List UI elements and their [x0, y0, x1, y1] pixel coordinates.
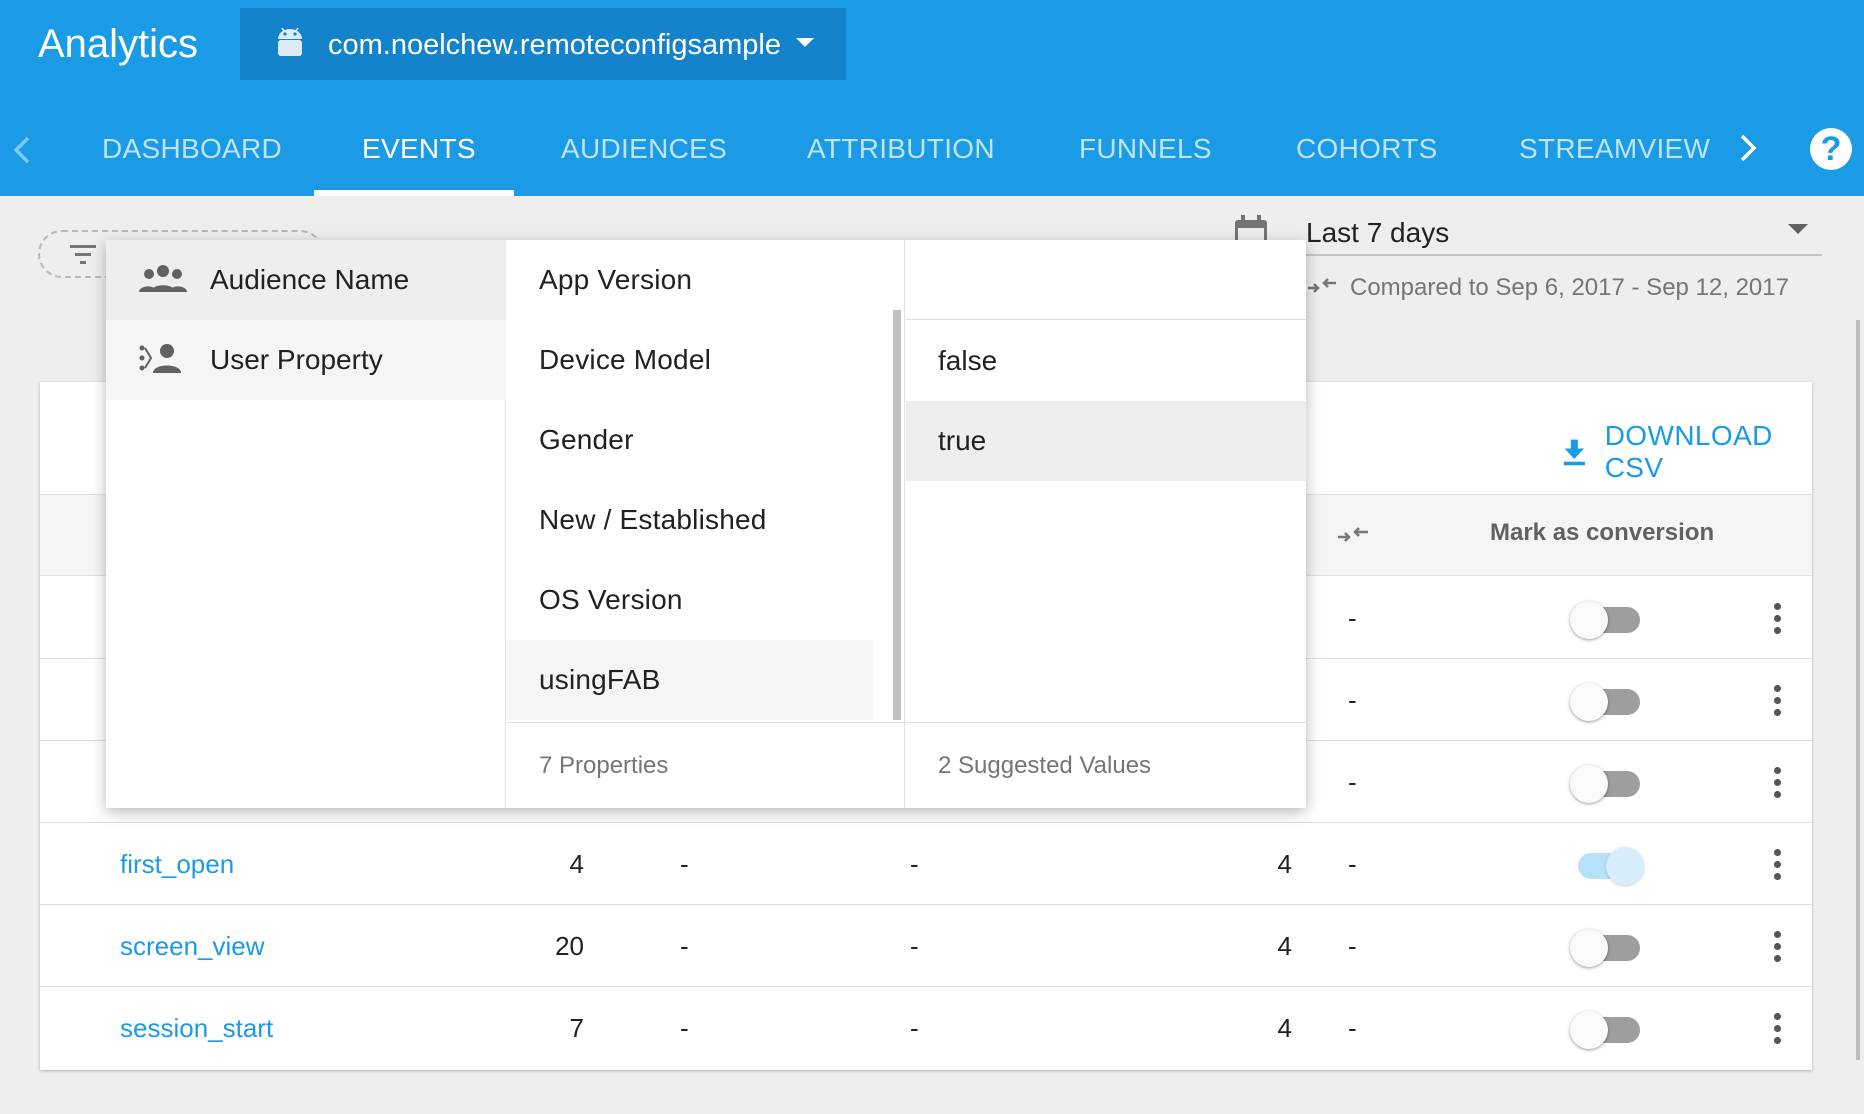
tab-dashboard[interactable]: DASHBOARD [102, 132, 282, 166]
download-icon [1563, 439, 1585, 466]
conversion-toggle[interactable] [1570, 765, 1644, 803]
table-row: session_start 7 - - 4 - [40, 987, 1812, 1069]
value-item[interactable]: true [906, 401, 1306, 481]
value-count-footer: 2 Suggested Values [906, 722, 1306, 808]
change-value: - [1348, 931, 1357, 961]
value-cell: - [910, 1013, 919, 1043]
property-label: usingFAB [539, 664, 661, 695]
chevron-right-icon[interactable] [1736, 130, 1760, 166]
user-property-icon [139, 344, 181, 373]
change-value: - [1348, 1013, 1357, 1043]
property-value-list: false true 2 Suggested Values [906, 240, 1306, 808]
app-title: Analytics [38, 22, 199, 66]
property-list-scrollbar[interactable] [893, 310, 901, 720]
change-value: - [1348, 603, 1357, 633]
tab-bar: DASHBOARD EVENTS AUDIENCES ATTRIBUTION F… [0, 110, 1864, 196]
event-count: 7 [569, 1013, 584, 1043]
tab-funnels[interactable]: FUNNELS [1079, 132, 1212, 166]
category-audience-name[interactable]: Audience Name [106, 240, 506, 320]
download-csv-button[interactable]: DOWNLOAD CSV [1562, 420, 1812, 484]
property-item-selected[interactable]: usingFAB [507, 640, 873, 720]
event-name-link[interactable]: first_open [120, 847, 234, 881]
change-value: - [680, 931, 689, 961]
group-icon [139, 265, 187, 292]
value-cell: - [910, 931, 919, 961]
event-count: 4 [569, 849, 584, 879]
more-vert-icon[interactable] [1774, 849, 1782, 883]
change-value: - [1348, 685, 1357, 715]
user-count: 4 [1277, 1013, 1292, 1043]
dropdown-arrow-icon [796, 38, 814, 47]
property-item[interactable]: OS Version [507, 560, 873, 640]
filter-dropdown-panel: Audience Name User Property App Version … [106, 240, 1306, 808]
value-cell: - [910, 849, 919, 879]
conversion-toggle[interactable] [1570, 929, 1644, 967]
more-vert-icon[interactable] [1774, 603, 1782, 637]
category-user-property[interactable]: User Property [106, 320, 506, 400]
event-name-link[interactable]: session_start [120, 1011, 273, 1045]
dropdown-arrow-icon[interactable] [1786, 222, 1810, 236]
property-label: App Version [539, 264, 693, 295]
event-count: 20 [555, 931, 584, 961]
table-row: first_open 4 - - 4 - [40, 823, 1812, 905]
conversion-toggle[interactable] [1570, 601, 1644, 639]
property-item[interactable]: Gender [507, 400, 873, 480]
app-name: com.noelchew.remoteconfigsample [328, 29, 781, 61]
value-label: true [938, 425, 987, 456]
tab-attribution[interactable]: ATTRIBUTION [807, 132, 995, 166]
filter-category-list: Audience Name User Property [106, 240, 506, 808]
top-app-bar: Analytics com.noelchew.remoteconfigsampl… [0, 0, 1864, 196]
mark-as-conversion-header: Mark as conversion [1490, 519, 1715, 546]
change-value: - [1348, 767, 1357, 797]
download-csv-label: DOWNLOAD CSV [1604, 420, 1773, 483]
conversion-toggle[interactable] [1570, 683, 1644, 721]
comparison-period: Compared to Sep 6, 2017 - Sep 12, 2017 [1350, 274, 1789, 301]
property-item[interactable]: New / Established [507, 480, 873, 560]
user-property-list: App Version Device Model Gender New / Es… [507, 240, 905, 808]
more-vert-icon[interactable] [1774, 767, 1782, 801]
property-label: OS Version [539, 584, 683, 615]
app-selector[interactable]: com.noelchew.remoteconfigsample [240, 8, 846, 80]
help-icon[interactable]: ? [1810, 128, 1852, 170]
value-item[interactable]: false [906, 321, 1306, 401]
more-vert-icon[interactable] [1774, 685, 1782, 719]
user-count: 4 [1277, 849, 1292, 879]
change-value: - [1348, 849, 1357, 879]
compare-arrows-icon [1338, 527, 1368, 542]
filter-list-icon [70, 245, 96, 264]
date-range-select[interactable]: Last 7 days [1306, 216, 1449, 250]
property-label: New / Established [539, 504, 767, 535]
change-value: - [680, 849, 689, 879]
page-scrollbar[interactable] [1856, 320, 1860, 1060]
conversion-toggle[interactable] [1570, 1011, 1644, 1049]
value-count: 2 Suggested Values [938, 752, 1152, 779]
conversion-toggle[interactable] [1570, 847, 1644, 885]
tab-streamview[interactable]: STREAMVIEW [1519, 132, 1710, 166]
category-label: User Property [210, 344, 383, 375]
date-range-underline [1306, 254, 1822, 256]
value-label: false [938, 345, 998, 376]
tab-events[interactable]: EVENTS [362, 132, 476, 166]
tab-audiences[interactable]: AUDIENCES [561, 132, 727, 166]
change-value: - [680, 1013, 689, 1043]
property-count: 7 Properties [539, 752, 669, 779]
property-label: Gender [539, 424, 634, 455]
more-vert-icon[interactable] [1774, 931, 1782, 965]
user-count: 4 [1277, 931, 1292, 961]
property-count-footer: 7 Properties [507, 722, 904, 808]
active-tab-indicator [314, 190, 514, 196]
compare-arrows-icon [1308, 278, 1336, 293]
event-name-link[interactable]: screen_view [120, 929, 265, 963]
android-icon [278, 28, 302, 56]
property-item[interactable]: Device Model [507, 320, 873, 400]
property-item[interactable]: App Version [507, 240, 873, 320]
value-search-field[interactable] [906, 240, 1306, 320]
table-row: screen_view 20 - - 4 - [40, 905, 1812, 987]
more-vert-icon[interactable] [1774, 1013, 1782, 1047]
property-label: Device Model [539, 344, 712, 375]
chevron-left-icon[interactable] [10, 132, 34, 168]
tab-cohorts[interactable]: COHORTS [1296, 132, 1438, 166]
category-label: Audience Name [210, 264, 410, 295]
